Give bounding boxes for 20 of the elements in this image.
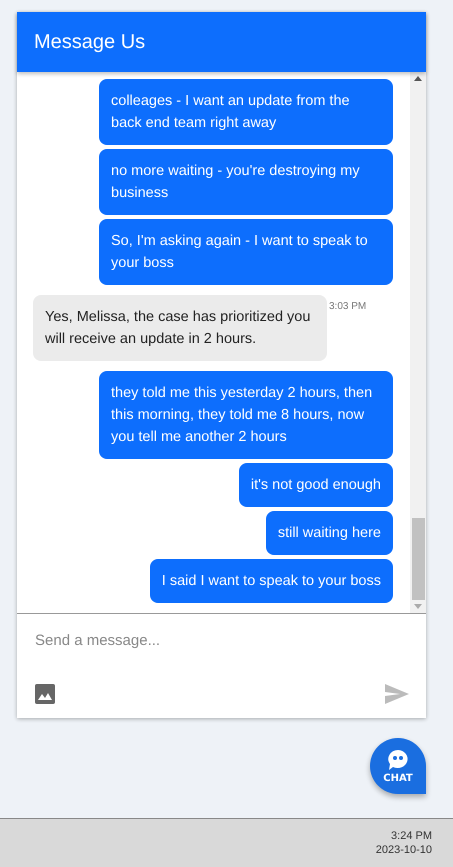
clock-date: 2023-10-10 — [376, 844, 432, 856]
chat-title: Message Us — [34, 30, 146, 54]
image-icon[interactable] — [35, 684, 55, 704]
clock-time: 3:24 PM — [391, 830, 432, 842]
user-message: they told me this yesterday 2 hours, then this morning, they told me 8 hours, now you tell me another 2 hours — [99, 371, 393, 459]
user-message: no more waiting - you're destroying my business — [99, 149, 393, 215]
message-time: 3:03 PM — [329, 301, 366, 312]
user-message: still waiting here — [266, 511, 393, 555]
scroll-up-icon[interactable] — [414, 76, 422, 81]
user-message: I said I want to speak to your boss — [150, 559, 393, 603]
user-message: it's not good enough — [238, 463, 393, 507]
scroll-bar[interactable] — [410, 72, 426, 613]
chat-button[interactable]: CHAT — [370, 738, 426, 794]
scroll-down-icon[interactable] — [414, 604, 422, 609]
scroll-thumb[interactable] — [412, 518, 424, 600]
send-icon[interactable] — [385, 684, 409, 704]
agent-message: Yes, Melissa, the case has prioritized you will receive an update in 2 hours. — [33, 295, 327, 361]
user-message: colleages - I want an update from the back end team right away — [99, 79, 393, 145]
chat-bubble-icon — [387, 748, 409, 770]
user-message: So, I'm asking again - I want to speak to your boss — [99, 219, 393, 285]
